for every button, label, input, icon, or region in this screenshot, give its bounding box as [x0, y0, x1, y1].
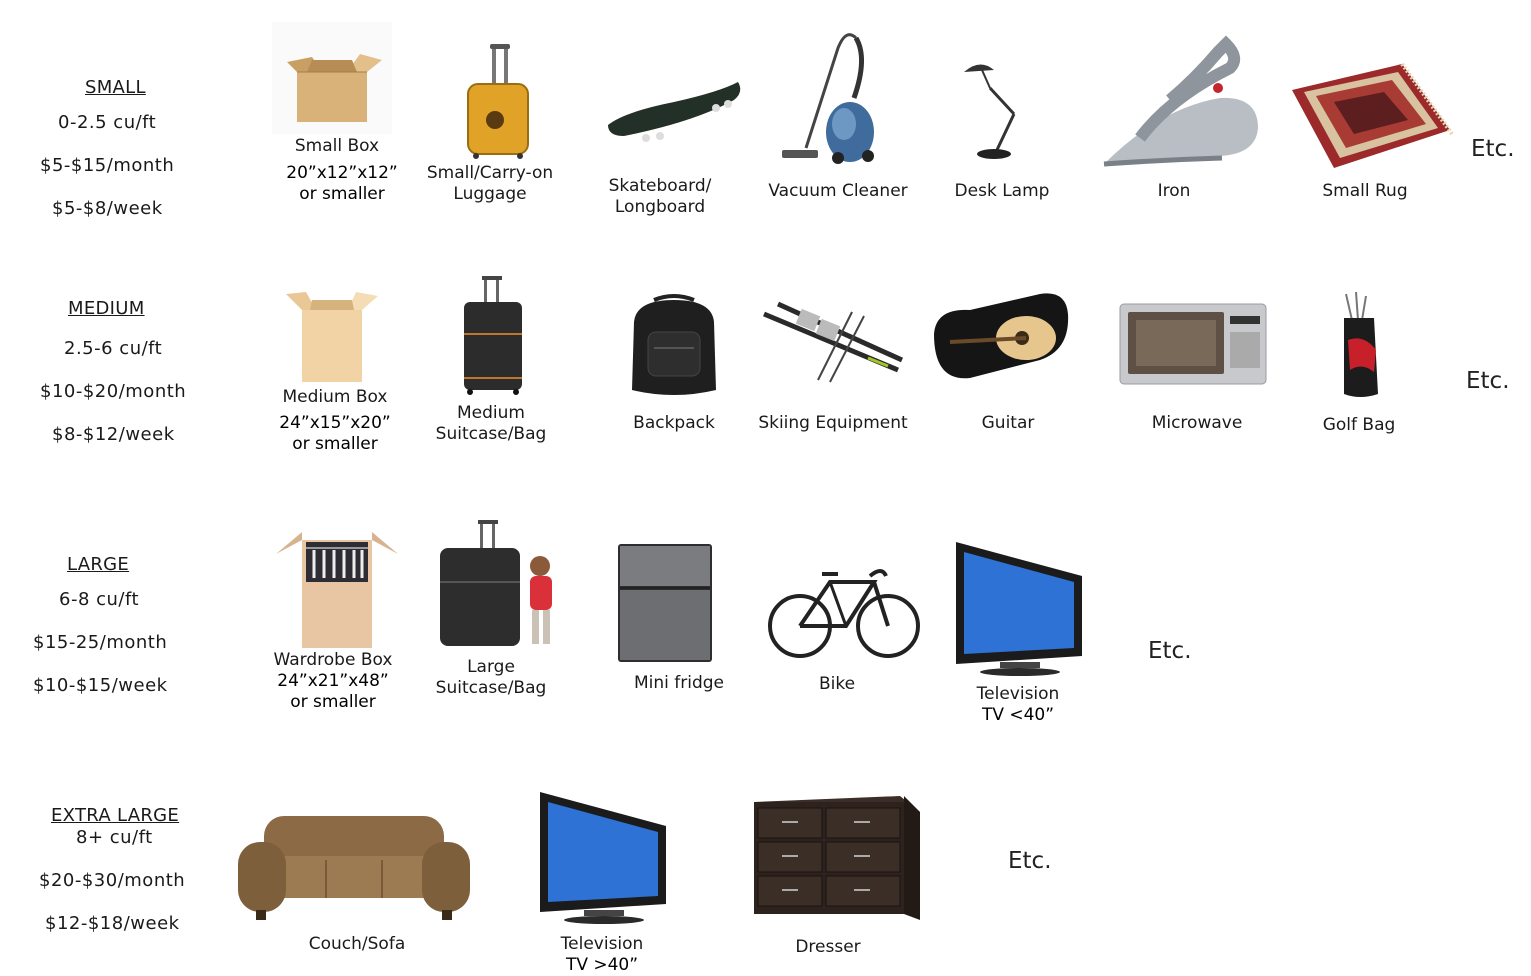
item-label-skateboard: Skateboard/ Longboard [608, 176, 712, 217]
size-volume-small: 0-2.5 cu/ft [58, 112, 157, 133]
size-monthly-extra-large: $20-$30/month [39, 870, 186, 891]
item-label-wardrobe-box: Wardrobe Box 24”x21”x48” or smaller [273, 650, 393, 712]
item-label-desk-lamp: Desk Lamp [954, 181, 1050, 201]
item-label-bike: Bike [818, 674, 856, 694]
size-volume-extra-large: 8+ cu/ft [76, 827, 153, 848]
item-label-dresser: Dresser [795, 937, 861, 957]
etc-extra-large: Etc. [1008, 848, 1052, 874]
bike-icon [768, 569, 920, 658]
size-weekly-medium: $8-$12/week [52, 424, 175, 445]
etc-medium: Etc. [1466, 368, 1510, 394]
dresser-icon [754, 796, 920, 920]
television-icon [540, 792, 666, 924]
size-monthly-small: $5-$15/month [40, 155, 175, 176]
backpack-icon [632, 294, 716, 395]
size-title-extra-large: EXTRA LARGE [51, 805, 180, 826]
size-title-medium: MEDIUM [68, 298, 145, 319]
item-label-couch: Couch/Sofa [308, 934, 406, 954]
size-weekly-small: $5-$8/week [52, 198, 163, 219]
size-volume-large: 6-8 cu/ft [59, 589, 140, 610]
size-title-small: SMALL [85, 77, 146, 98]
item-label-golf-bag: Golf Bag [1322, 415, 1396, 435]
golf-bag-icon [1344, 291, 1378, 397]
item-label-mini-fridge: Mini fridge [633, 673, 725, 693]
item-label-medium-box: Medium Box [282, 387, 388, 407]
luggage-icon [464, 276, 522, 395]
etc-large: Etc. [1148, 638, 1192, 664]
item-label-television-small: Television TV <40” [976, 684, 1060, 725]
size-monthly-large: $15-25/month [33, 632, 168, 653]
item-sub-medium-box: 24”x15”x20” or smaller [279, 413, 391, 454]
vacuum-cleaner-icon [782, 33, 874, 164]
item-label-guitar: Guitar [981, 413, 1035, 433]
luggage-icon [440, 520, 552, 646]
skateboard-icon [608, 82, 741, 142]
size-title-large: LARGE [67, 554, 130, 575]
cardboard-box-icon [272, 22, 392, 134]
size-volume-medium: 2.5-6 cu/ft [64, 338, 163, 359]
cardboard-box-icon [286, 292, 378, 382]
luggage-icon [467, 44, 529, 159]
iron-icon [1103, 35, 1258, 167]
item-label-vacuum: Vacuum Cleaner [768, 181, 908, 201]
item-label-small-box: Small Box [294, 136, 380, 156]
size-weekly-large: $10-$15/week [33, 675, 168, 696]
rug-icon [1292, 62, 1454, 168]
couch-icon [238, 816, 470, 920]
item-label-television-large: Television TV >40” [560, 934, 644, 975]
item-label-skiing: Skiing Equipment [758, 413, 908, 433]
etc-small: Etc. [1471, 136, 1515, 162]
item-label-luggage: Small/Carry-on Luggage [426, 163, 554, 204]
microwave-icon [1119, 303, 1267, 385]
size-weekly-extra-large: $12-$18/week [45, 913, 180, 934]
item-label-medium-suitcase: Medium Suitcase/Bag [435, 403, 547, 444]
item-label-iron: Iron [1157, 181, 1191, 201]
mini-fridge-icon [618, 544, 712, 662]
wardrobe-box-icon [276, 532, 398, 648]
item-label-backpack: Backpack [633, 413, 715, 433]
size-monthly-medium: $10-$20/month [40, 381, 187, 402]
item-sub-small-box: 20”x12”x12” or smaller [286, 163, 398, 204]
guitar-icon [934, 293, 1069, 379]
item-label-large-suitcase: Large Suitcase/Bag [435, 657, 547, 698]
item-label-small-rug: Small Rug [1322, 181, 1408, 201]
television-icon [956, 542, 1082, 676]
desk-lamp-icon [964, 64, 1016, 159]
item-label-microwave: Microwave [1151, 413, 1243, 433]
skis-icon [763, 301, 904, 383]
